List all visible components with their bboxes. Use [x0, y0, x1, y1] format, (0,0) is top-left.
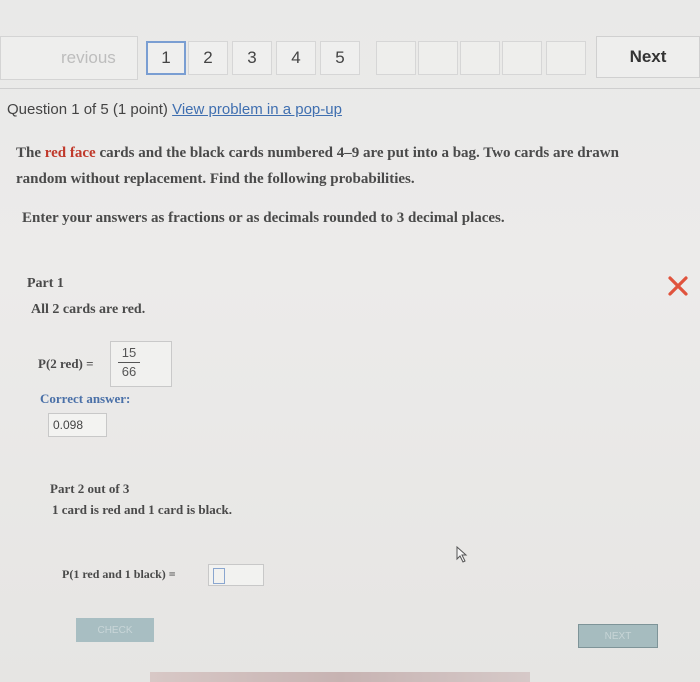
- question-number: Question 1 of 5 (1 point): [7, 101, 168, 118]
- correct-answer-value: 0.098: [48, 413, 107, 437]
- answer-instructions: Enter your answers as fractions or as de…: [22, 210, 505, 226]
- page-tab-2[interactable]: 2: [188, 41, 228, 75]
- page-tab-empty: [376, 41, 416, 75]
- previous-button[interactable]: revious: [0, 36, 138, 80]
- popup-link[interactable]: View problem in a pop-up: [172, 101, 342, 118]
- page-tab-4[interactable]: 4: [276, 41, 316, 75]
- problem-statement: The red face cards and the black cards n…: [16, 140, 700, 192]
- page-tab-1[interactable]: 1: [146, 41, 186, 75]
- part1-description: All 2 cards are red.: [31, 302, 146, 317]
- part2-answer-input[interactable]: [208, 564, 264, 586]
- next-part-button[interactable]: NEXT: [578, 624, 658, 648]
- bottom-edge: [150, 672, 530, 682]
- statement-red-text: red face: [44, 145, 96, 161]
- part1-answer-field[interactable]: 15 66: [110, 341, 172, 387]
- next-button[interactable]: Next: [596, 36, 700, 78]
- statement-line-2: random without replacement. Find the fol…: [16, 171, 415, 187]
- part1-answer-label: P(2 red) =: [38, 356, 94, 371]
- page-tab-empty: [502, 41, 542, 75]
- page-tab-5[interactable]: 5: [320, 41, 360, 75]
- check-button[interactable]: CHECK: [76, 618, 154, 642]
- fraction-numerator: 15: [121, 345, 137, 360]
- page-tab-empty: [546, 41, 586, 75]
- part2-answer-label: P(1 red and 1 black) =: [62, 567, 176, 581]
- part1-title: Part 1: [27, 276, 64, 291]
- page-tab-empty: [460, 41, 500, 75]
- question-navigation-bar: revious 1 2 3 4 5 Next: [0, 0, 700, 89]
- statement-rest: cards and the black cards numbered 4–9 a…: [99, 145, 619, 161]
- page-tab-empty: [418, 41, 458, 75]
- fraction-answer: 15 66: [117, 344, 141, 381]
- statement-start: The: [16, 145, 42, 161]
- part2-title: Part 2 out of 3: [50, 481, 130, 496]
- question-header: Question 1 of 5 (1 point) View problem i…: [7, 101, 342, 118]
- hand-cursor-icon: [456, 545, 468, 563]
- input-placeholder-box: [213, 568, 225, 584]
- fraction-denominator: 66: [121, 364, 137, 379]
- correct-answer-label: Correct answer:: [40, 391, 131, 406]
- part2-description: 1 card is red and 1 card is black.: [52, 502, 232, 517]
- page-tab-3[interactable]: 3: [232, 41, 272, 75]
- x-mark-icon: [668, 276, 688, 296]
